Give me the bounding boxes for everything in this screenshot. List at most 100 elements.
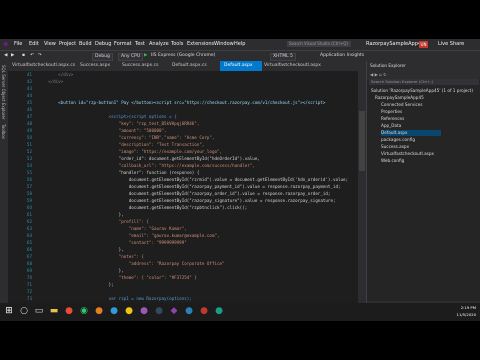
code-line: }, [38,247,124,252]
tree-connected-services[interactable]: Connected Services [381,102,423,108]
code-line: var rzp1 = new Razorpay(options); [38,296,192,301]
redo-icon[interactable]: ↷ [38,51,42,61]
menu-window[interactable]: Window [214,39,234,50]
code-line: <button id="rzp-button1" Pay </button><s… [38,100,326,105]
line-number: 58 [26,191,32,196]
search-input[interactable]: Search Visual Studio (Ctrl+Q) [287,41,351,47]
tree-web-config[interactable]: Web.config [381,158,404,164]
windows-taskbar: ⊞ ○ ▭ ▬ ● ◉ ● ● ● ● ● ◆ ● ● ● 2:19 PM 11… [0,303,480,321]
file-explorer-icon[interactable]: ▬ [48,305,60,317]
app-icon[interactable]: ● [108,305,120,317]
undo-icon[interactable]: ↶ [30,51,34,61]
line-number-gutter: 41 42 43 44 45 46 47 48 49 50 51 52 53 5… [8,71,36,304]
solution-explorer-search[interactable]: Search Solution Explorer (Ctrl+;) [369,79,479,85]
user-avatar[interactable]: UN [419,41,428,48]
app-icon[interactable]: ● [153,305,165,317]
code-line: document.getElementById("razorpay_signat… [38,198,336,203]
toolbox-tab[interactable]: Toolbox [1,124,6,139]
line-number: 57 [26,184,32,189]
tree-success-aspx[interactable]: Success.aspx [381,144,409,150]
app-icon[interactable]: ● [93,305,105,317]
application-insights-button[interactable]: Application Insights [320,51,364,61]
visual-studio-taskbar-icon[interactable]: ◆ [168,305,180,317]
line-number: 65 [26,240,32,245]
app-icon[interactable]: ● [63,305,75,317]
code-text[interactable]: </div> </div> <button id="rzp-button1" P… [38,71,358,304]
menu-edit[interactable]: Edit [29,39,39,50]
search-icon[interactable]: ○ [18,305,30,317]
configuration-dropdown[interactable]: Debug [92,53,113,61]
menu-tools[interactable]: Tools [171,39,183,50]
menu-test[interactable]: Test [135,39,145,50]
line-number: 62 [26,219,32,224]
tree-packages-config[interactable]: packages.config [381,137,415,143]
app-icon[interactable]: ● [213,305,225,317]
menu-view[interactable]: View [44,39,56,50]
run-icon[interactable]: ▶ [144,51,147,61]
line-number: 67 [26,254,32,259]
menu-debug[interactable]: Debug [95,39,111,50]
menu-help[interactable]: Help [234,39,245,50]
editor-scrollbar[interactable] [358,71,366,304]
menu-build[interactable]: Build [79,39,92,50]
scrollbar-thumb[interactable] [359,111,365,171]
run-target-button[interactable]: IIS Express (Google Chrome) [151,51,215,61]
tree-properties[interactable]: Properties [381,109,402,115]
tab-virtualfastcheckout-aspx[interactable]: VirtualfastcheckoutI.aspx [260,61,328,71]
menu-extensions[interactable]: Extensions [187,39,214,50]
app-icon[interactable]: ● [138,305,150,317]
save-icon[interactable]: ▪ [22,51,25,61]
live-share-button[interactable]: Live Share [438,39,464,50]
tree-references[interactable]: References [381,116,404,122]
tab-default-aspx-cs[interactable]: Default.aspx.cs [168,61,222,71]
task-view-icon[interactable]: ▭ [33,305,45,317]
chrome-icon[interactable]: ◉ [78,305,90,317]
app-icon[interactable]: ● [123,305,135,317]
code-line: "description": "Test Transaction", [38,142,205,147]
line-number: 43 [26,86,32,91]
tree-virtualfastcheckout-aspx[interactable]: VirtualfastcheckoutI.aspx [381,151,434,157]
sql-server-object-explorer-tab[interactable]: SQL Server Object Explorer [1,65,6,120]
tab-virtualfastcheckout-cs[interactable]: VirtualfastcheckoutI.aspx.cs [8,61,78,71]
code-line: "name": "Gaurav Kumar", [38,226,187,231]
line-number: 45 [26,100,32,105]
tree-default-aspx[interactable]: Default.aspx [381,130,441,136]
menu-bar: ◆ File Edit View Project Build Debug For… [0,39,480,50]
line-number: 53 [26,156,32,161]
code-line: "notes": { [38,254,144,259]
back-icon[interactable]: ◀ [370,72,373,77]
back-icon[interactable]: ◀ [4,51,7,61]
clock-time[interactable]: 2:19 PM [440,305,476,310]
forward-icon[interactable]: ▶ [11,51,14,61]
code-editor[interactable]: 41 42 43 44 45 46 47 48 49 50 51 52 53 5… [8,71,366,304]
tree-project[interactable]: RazorpaySampleApp45 [375,95,424,101]
line-number: 47 [26,114,32,119]
app-icon[interactable]: ● [198,305,210,317]
forward-icon[interactable]: ▶ [375,72,378,77]
clock-date[interactable]: 11/5/2020 [440,312,476,317]
solution-name: RazorpaySampleApp45 [366,41,425,47]
menu-project[interactable]: Project [59,39,76,50]
line-number: 49 [26,128,32,133]
home-icon[interactable]: ⌂ [379,72,382,77]
line-number: 51 [26,142,32,147]
refresh-icon[interactable]: ↻ [383,72,387,77]
tab-success-aspx-cs[interactable]: Success.aspx.cs [118,61,170,71]
code-line: "image": "https://example.com/your_logo"… [38,149,223,154]
menu-analyze[interactable]: Analyze [149,39,169,50]
tab-success-aspx[interactable]: Success.aspx [76,61,120,71]
code-line: "theme": { "color": "#F37254" } [38,275,197,280]
tree-solution[interactable]: Solution 'RazorpaySampleApp45' (1 of 1 p… [371,88,473,94]
tab-default-aspx[interactable]: Default.aspx [220,61,262,71]
windows-start-icon[interactable]: ⊞ [3,305,15,317]
menu-format[interactable]: Format [114,39,132,50]
doctype-dropdown[interactable]: XHTML 5 [270,53,296,61]
code-line: document.getElementById("razorpay_paymen… [38,184,341,189]
line-number: 71 [26,282,32,287]
platform-dropdown[interactable]: Any CPU [118,53,144,61]
tree-app-data[interactable]: App_Data [381,123,401,129]
code-line: "key": "rzp_test_B5kVHpqj6RR46", [38,121,200,126]
code-line: "prefill": { [38,219,149,224]
app-icon[interactable]: ● [183,305,195,317]
menu-file[interactable]: File [14,39,22,50]
